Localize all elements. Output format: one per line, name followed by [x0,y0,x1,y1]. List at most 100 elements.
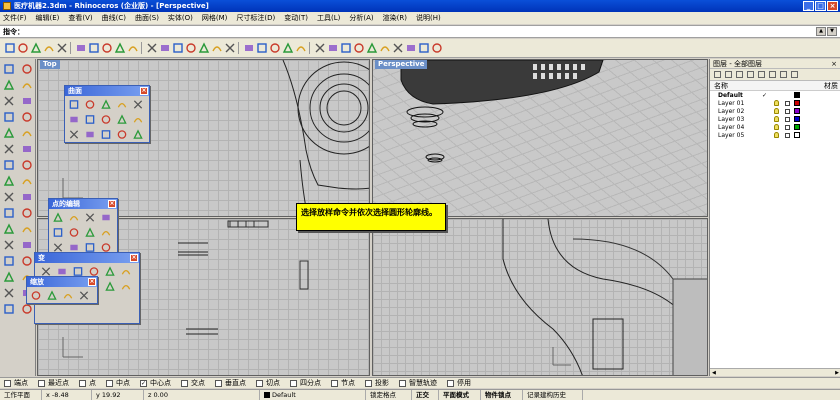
surface-patch-icon[interactable] [1,158,16,172]
explode-icon[interactable] [19,190,34,204]
surface-tool-icon[interactable] [115,98,129,111]
command-line[interactable]: 指令： ▲ ▼ [0,25,840,38]
move-up-icon[interactable] [747,71,754,78]
osnap-option[interactable]: 投影 [365,378,389,388]
osnap-checkbox[interactable] [106,379,113,387]
polygon-icon[interactable] [19,126,34,140]
close-icon[interactable]: × [108,200,116,208]
osnap-option[interactable]: 垂直点 [215,378,246,388]
osnap-checkbox[interactable] [38,379,45,387]
status-record-history[interactable]: 记录建构历史 [523,389,583,400]
transform-palette-title[interactable]: 变 × [35,253,139,263]
minimize-button[interactable]: _ [803,1,814,11]
zoom-selected-icon[interactable] [211,42,223,54]
scale-tool-icon[interactable] [61,289,75,302]
layer-visibility-bulb-icon[interactable] [774,132,779,138]
polyline-icon[interactable] [1,78,16,92]
split-icon[interactable] [1,222,16,236]
save-icon[interactable] [30,42,42,54]
box-icon[interactable] [1,174,16,188]
menu-view[interactable]: 查看(V) [68,13,92,23]
surface-tool-icon[interactable] [83,128,97,141]
scale-tool-icon[interactable] [45,289,59,302]
status-planar[interactable]: 平面模式 [439,389,481,400]
osnap-option[interactable]: 停用 [447,378,471,388]
layer-lock-icon[interactable] [785,116,790,122]
surface-tool-icon[interactable] [99,113,113,126]
point-edit-tool-icon[interactable] [67,226,81,239]
osnap-tool-icon[interactable] [405,42,417,54]
join-icon[interactable] [1,206,16,220]
four-view-icon[interactable] [243,42,255,54]
layer-row[interactable]: Layer 04 [710,123,840,131]
arc-icon[interactable] [19,94,34,108]
environment-icon[interactable] [379,42,391,54]
render-icon[interactable] [353,42,365,54]
select-arrow-icon[interactable] [1,62,16,76]
status-layer[interactable]: Default [260,389,366,400]
surface-tool-icon[interactable] [99,98,113,111]
layer-lock-icon[interactable] [785,124,790,130]
menu-curve[interactable]: 曲线(C) [102,13,126,23]
point-edit-tool-icon[interactable] [67,211,81,224]
osnap-checkbox[interactable] [399,379,406,387]
curve-icon[interactable] [19,110,34,124]
close-button[interactable]: × [827,1,838,11]
point-edit-tool-icon[interactable] [99,211,113,224]
rotate-icon[interactable] [19,238,34,252]
status-osnap[interactable]: 物件锁点 [481,389,523,400]
scroll-right-icon[interactable]: ▶ [835,369,839,376]
osnap-checkbox[interactable] [290,379,297,387]
osnap-option[interactable]: 四分点 [290,378,321,388]
import-icon[interactable] [56,42,68,54]
surface-tool-icon[interactable] [115,128,129,141]
menu-solid[interactable]: 实体(O) [168,13,193,23]
close-icon[interactable]: × [88,278,96,286]
point-edit-tool-icon[interactable] [51,211,65,224]
close-icon[interactable]: × [831,59,837,69]
surface-tool-icon[interactable] [131,128,145,141]
osnap-option[interactable]: 端点 [4,378,28,388]
light-icon[interactable] [314,42,326,54]
transform-tool-icon[interactable] [103,280,117,293]
surface-tool-icon[interactable] [67,113,81,126]
osnap-option[interactable]: 智慧轨迹 [399,378,437,388]
redo-icon[interactable] [127,42,139,54]
fillet-icon[interactable] [19,142,34,156]
paste-icon[interactable] [101,42,113,54]
osnap-checkbox[interactable] [215,379,222,387]
layer-row[interactable]: Layer 03 [710,115,840,123]
osnap-option[interactable]: 切点 [256,378,280,388]
material-icon[interactable] [366,42,378,54]
pan-icon[interactable] [146,42,158,54]
layer-visibility-bulb-icon[interactable] [774,100,779,106]
status-lock-grid[interactable]: 锁定格点 [366,389,412,400]
cut-icon[interactable] [75,42,87,54]
layer-tool-icon[interactable] [1,302,16,316]
layer-visibility-bulb-icon[interactable] [774,116,779,122]
osnap-checkbox[interactable] [331,379,338,387]
help-icon[interactable] [431,42,443,54]
scale-tool-icon[interactable] [29,289,43,302]
surface-tool-icon[interactable] [115,113,129,126]
text-icon[interactable] [1,286,16,300]
surface-icon[interactable] [327,42,339,54]
close-icon[interactable]: × [140,87,148,95]
copy-icon[interactable] [88,42,100,54]
osnap-checkbox[interactable] [79,379,86,387]
new-icon[interactable] [4,42,16,54]
zoom-extents-icon[interactable] [198,42,210,54]
line-icon[interactable] [19,78,34,92]
surface-tool-icon[interactable] [99,128,113,141]
car-icon[interactable] [269,42,281,54]
transform-tool-icon[interactable] [119,280,133,293]
menu-mesh[interactable]: 网格(M) [202,13,228,23]
print-icon[interactable] [43,42,55,54]
point-edit-tool-icon[interactable] [51,226,65,239]
osnap-checkbox[interactable]: ✓ [140,379,147,387]
layer-color-swatch[interactable] [794,132,800,138]
viewport-label-top[interactable]: Top [40,60,60,69]
surface-tool-icon[interactable] [67,98,81,111]
layers-horizontal-scrollbar[interactable]: ◀ ▶ [710,368,840,376]
maximize-button[interactable]: □ [815,1,826,11]
